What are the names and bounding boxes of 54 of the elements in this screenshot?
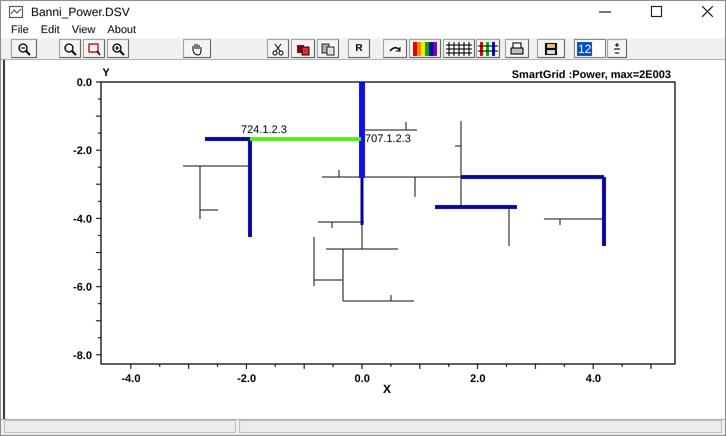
y-axis-label: Y [102, 67, 110, 79]
node-label: 707.1.2.3 [365, 133, 411, 145]
x-tick-label: 0.0 [354, 373, 370, 385]
select-button[interactable] [83, 39, 105, 58]
zoom-out-icon [17, 42, 31, 56]
color-bars-icon [413, 42, 437, 56]
app-icon [9, 6, 23, 18]
chart-title: SmartGrid :Power, max=2E003 [512, 69, 671, 81]
number-field[interactable]: 12 [574, 39, 606, 58]
node-label: 724.1.2.3 [241, 124, 287, 136]
minimize-icon[interactable] [599, 10, 611, 12]
close-icon[interactable] [702, 6, 713, 17]
y-tick-label: -4.0 [73, 213, 92, 226]
floppy-icon [544, 42, 558, 56]
save-button[interactable] [537, 39, 565, 58]
y-tick-label: 0.0 [76, 77, 92, 89]
y-tick-label: -8.0 [73, 350, 92, 362]
x-tick-label: -2.0 [237, 373, 256, 385]
y-tick-label: -2.0 [73, 145, 92, 158]
colors-button[interactable] [409, 39, 441, 58]
window-title: Banni_Power.DSV [31, 4, 130, 20]
zoom-button[interactable] [59, 39, 81, 58]
printer-icon [510, 42, 524, 56]
paste-button[interactable] [317, 39, 339, 58]
cut-button[interactable] [267, 39, 289, 58]
menu-item[interactable]: View [66, 22, 102, 38]
zoom-in-button[interactable] [107, 39, 129, 58]
zoom-out-button[interactable] [11, 39, 37, 58]
color-grid-button[interactable] [476, 39, 500, 58]
redo-button[interactable] [383, 39, 407, 58]
print-button[interactable] [505, 39, 529, 58]
y-tick-label: -6.0 [73, 282, 92, 294]
x-tick-label: 4.0 [586, 373, 602, 385]
zoom-in-icon [111, 42, 125, 56]
x-axis-label: X [383, 382, 391, 396]
paste-icon [321, 42, 335, 56]
x-tick-label: 2.0 [470, 373, 486, 385]
maximize-icon[interactable] [651, 6, 662, 17]
spinner-icon [612, 42, 622, 56]
scissors-icon [271, 42, 285, 56]
menu-item[interactable]: Edit [34, 22, 66, 38]
grid-icon [446, 42, 472, 56]
color-grid-icon [478, 42, 498, 56]
spin-button[interactable] [607, 39, 627, 58]
hand-icon [190, 42, 204, 56]
menu-item[interactable]: About [101, 22, 142, 38]
rectangle-icon [87, 42, 101, 56]
grid-button[interactable] [443, 39, 475, 58]
pan-button[interactable] [183, 39, 211, 58]
menu-item[interactable]: File [5, 22, 35, 38]
magnifier-icon [63, 42, 77, 56]
copy-button[interactable] [291, 39, 315, 58]
r-button[interactable]: R [348, 39, 370, 58]
x-tick-label: -4.0 [122, 373, 140, 385]
